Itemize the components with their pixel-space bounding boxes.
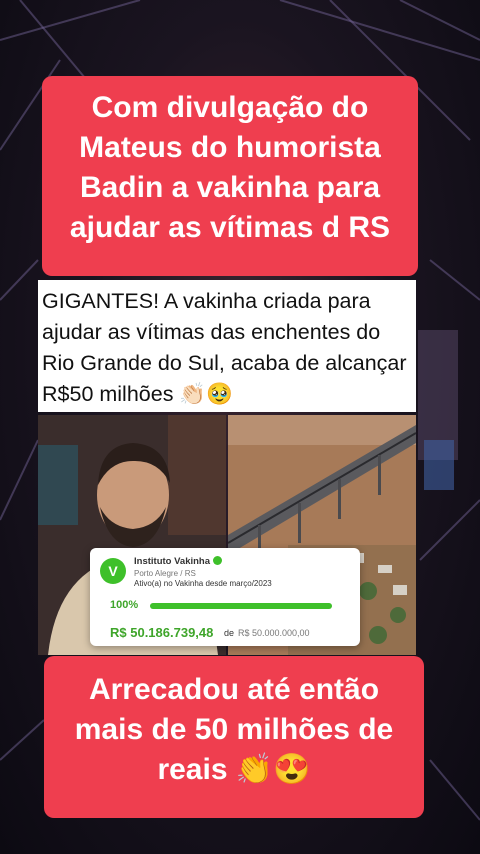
news-post-text: GIGANTES! A vakinha criada para ajudar a… [42,289,407,406]
progress-bar-fill [150,603,332,609]
donation-card: V Instituto Vakinha Porto Alegre / RS At… [90,548,360,646]
org-name-text: Instituto Vakinha [134,556,211,567]
result-banner: Arrecadou até então mais de 50 milhões d… [44,656,424,818]
verified-badge-icon [213,556,223,565]
news-post-text-card: GIGANTES! A vakinha criada para ajudar a… [38,280,416,412]
progress-percent: 100% [110,599,139,611]
headline-banner: Com divulgação do Mateus do humorista Ba… [42,76,418,276]
org-location: Porto Alegre / RS [134,569,196,578]
goal-amount: R$ 50.000.000,00 [238,628,310,638]
headline-text: Com divulgação do Mateus do humorista Ba… [69,91,391,244]
amount-raised: R$ 50.186.739,48 [110,625,214,640]
org-name: Instituto Vakinha [134,556,223,567]
result-text: Arrecadou até então mais de 50 milhões d… [74,673,394,786]
org-active-since: Ativo(a) no Vakinha desde março/2023 [134,579,272,588]
progress-bar [150,603,332,609]
vakinha-logo-icon: V [100,558,126,584]
of-label: de [224,628,235,638]
